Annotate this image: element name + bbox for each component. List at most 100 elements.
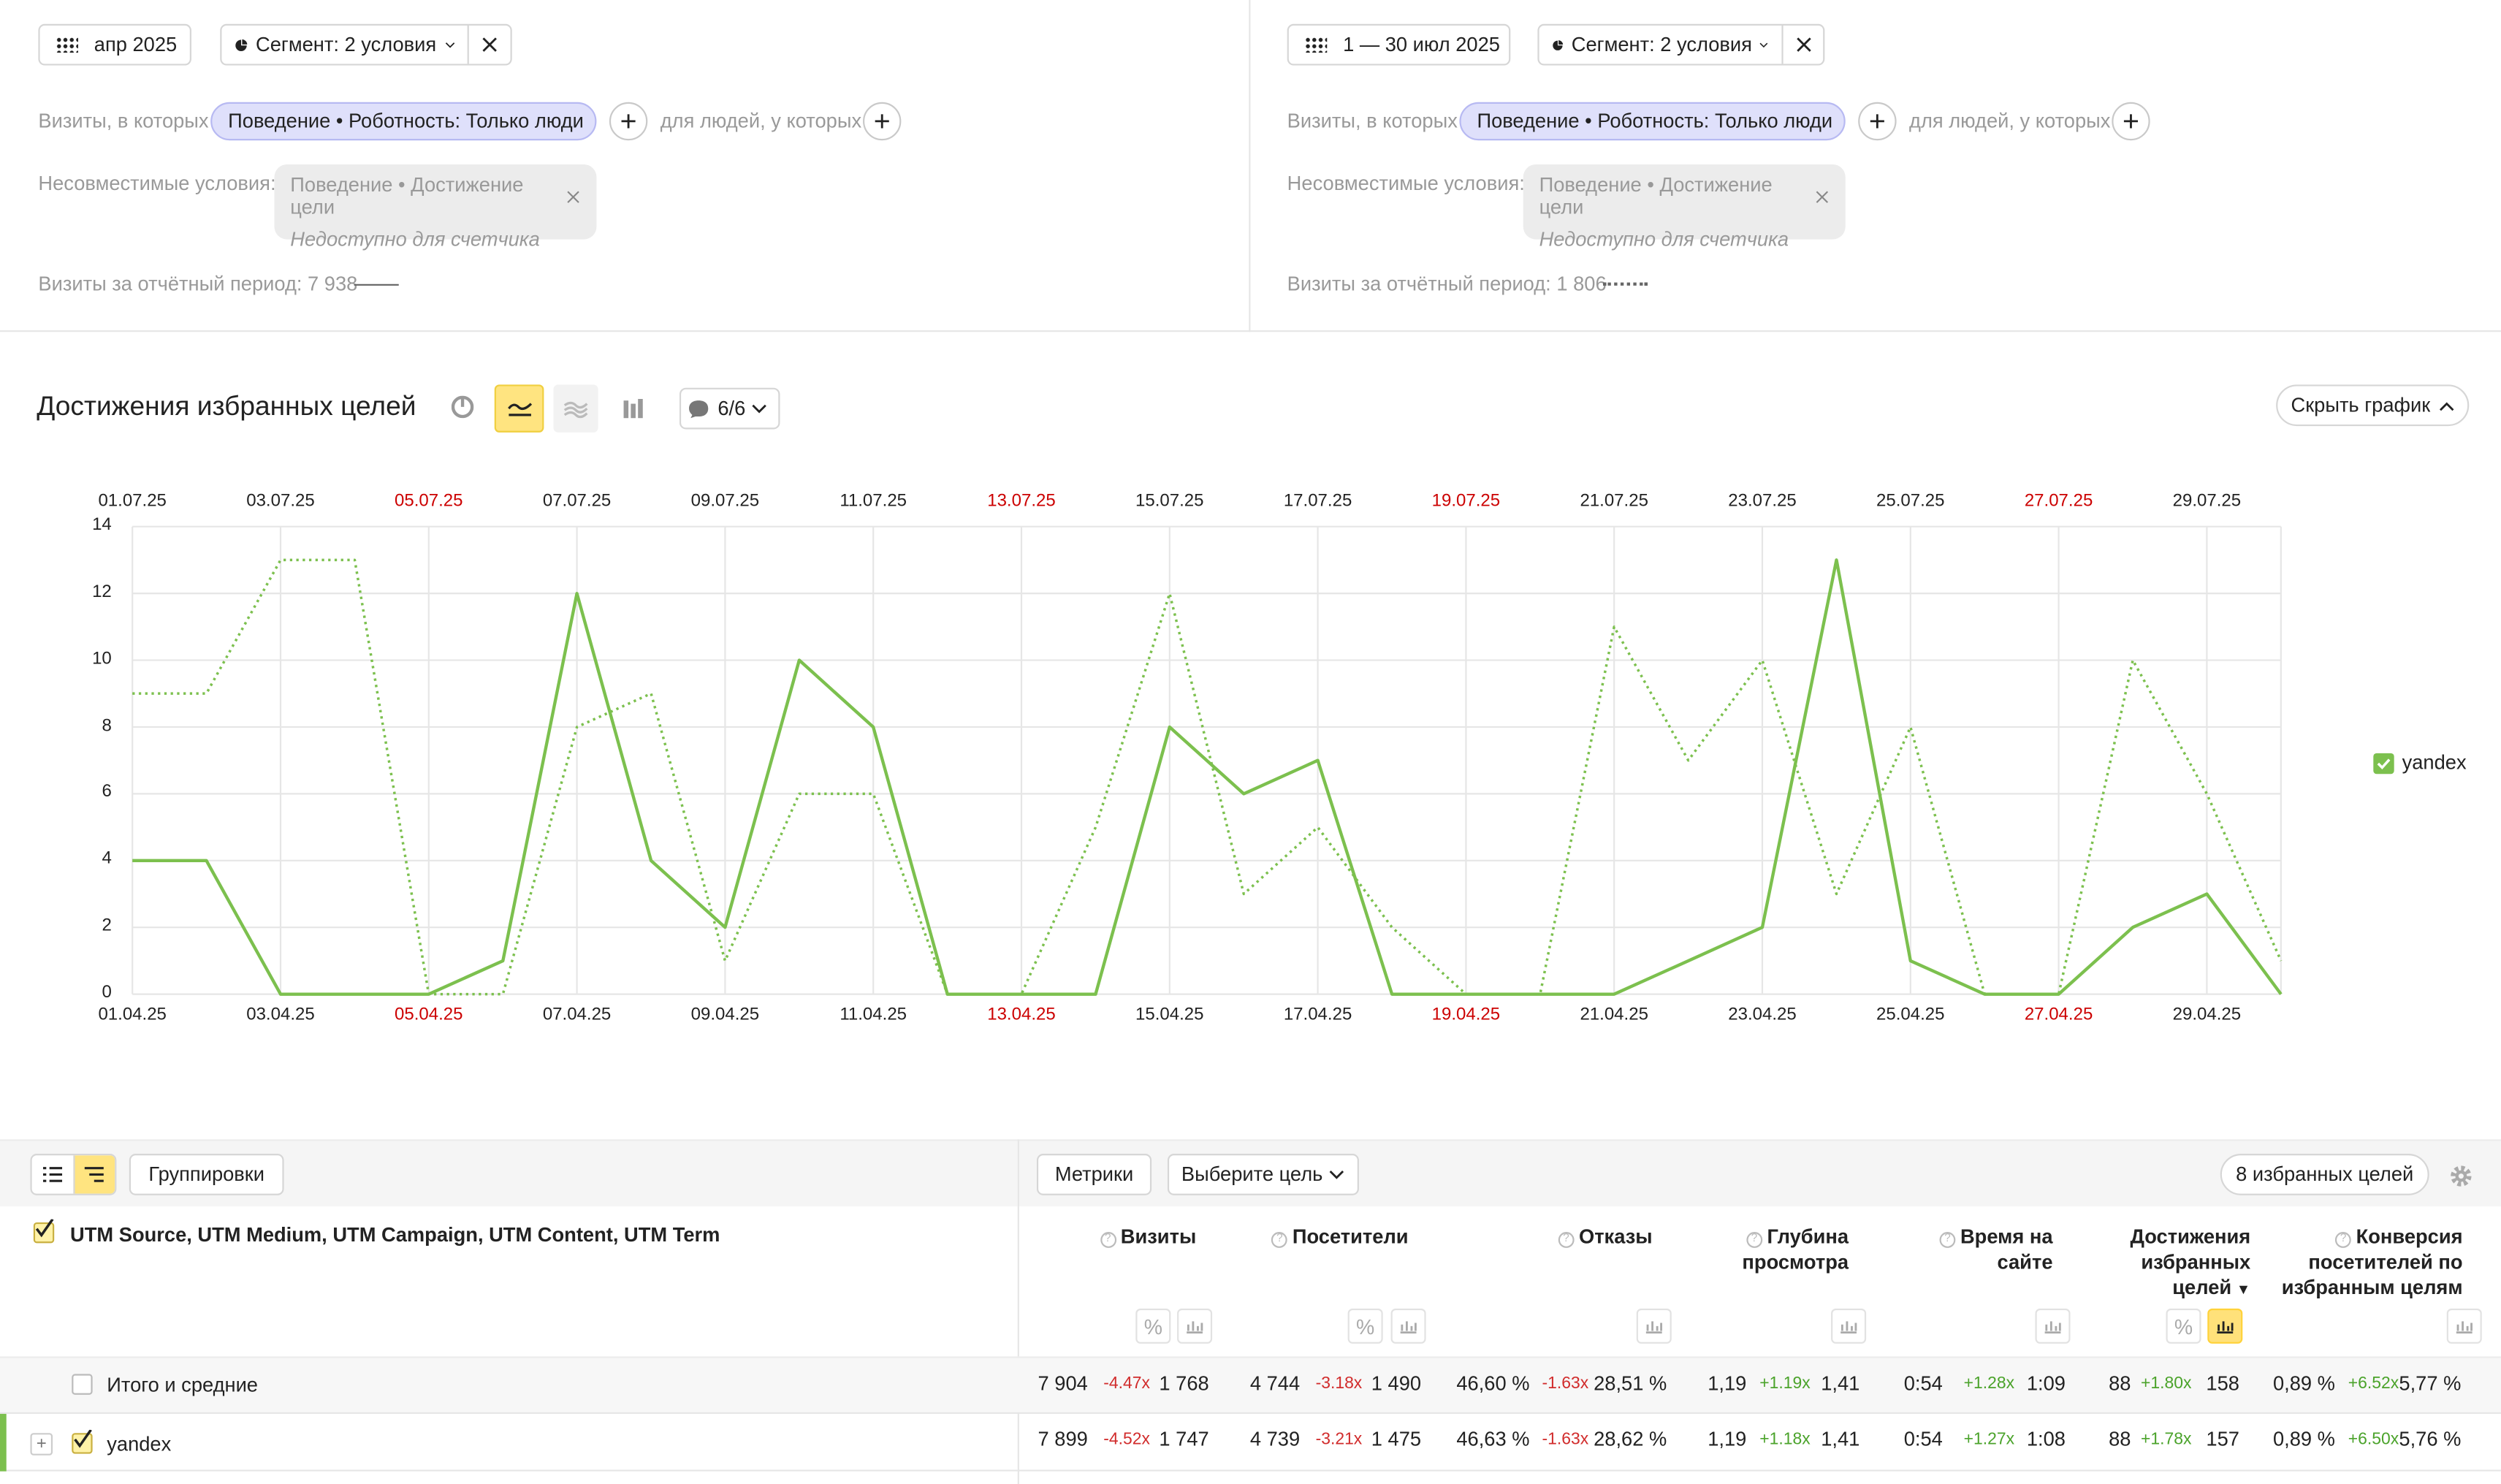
cell-visitors-comparison: 1 490 [1371,1372,1422,1395]
y-tick-label: 14 [92,515,112,535]
col-header-time[interactable]: ? Время на сайте [1925,1224,2053,1275]
left-segment-dropdown[interactable]: Сегмент: 2 условия [221,26,467,64]
legend-label: yandex [2402,751,2467,775]
right-visits-prefix: Визиты, в которых [1287,110,1458,133]
depth-chart-toggle[interactable] [1831,1308,1867,1344]
bottom-x-tick-label: 21.04.25 [1580,1005,1648,1025]
table-settings-button[interactable] [2445,1160,2478,1192]
goals-percent-toggle[interactable]: % [2166,1308,2201,1344]
metrics-button[interactable]: Метрики [1036,1154,1152,1195]
close-icon[interactable] [566,189,580,204]
right-add-visit-condition-button[interactable]: + [1858,102,1897,141]
right-segment-selector: Сегмент: 2 условия [1537,23,1825,66]
col-header-visits[interactable]: ? Визиты [1053,1224,1196,1249]
favorite-goals-button[interactable]: 8 избранных целей [2220,1154,2429,1195]
cell-time-comparison: 1:09 [2026,1372,2066,1395]
yandex-row-checkbox[interactable] [72,1429,93,1454]
y-tick-label: 10 [92,649,112,669]
line-chart-mode-button[interactable] [494,384,544,433]
bar-chart-icon [1400,1321,1417,1334]
left-incompatible-label: Несовместимые условия: [38,172,276,195]
cell-visits-comparison: 1 747 [1159,1428,1209,1451]
right-condition-chip-label: Поведение • Роботность: Только люди [1477,110,1833,133]
help-icon[interactable]: ? [1271,1232,1288,1248]
tree-view-button[interactable] [73,1155,115,1194]
top-x-tick-label: 11.07.25 [840,491,907,511]
legend-checkbox-icon [2373,752,2394,774]
col-header-conversion[interactable]: ? Конверсия посетителей по избранным целя… [2272,1224,2463,1301]
annotations-toggle[interactable]: 6/6 [679,387,780,430]
expand-row-button[interactable]: + [30,1433,53,1456]
totals-label: Итого и средние [107,1374,258,1396]
chevron-down-icon [753,403,767,413]
col-header-bounces[interactable]: ? Отказы [1509,1224,1653,1249]
left-date-label: апр 2025 [94,33,178,56]
cell-goals-comparison: 158 [2206,1372,2239,1395]
dimension-header[interactable]: UTM Source, UTM Medium, UTM Campaign, UT… [70,1224,720,1247]
close-icon[interactable] [1816,189,1830,204]
row-color-marker [0,1414,7,1472]
help-icon[interactable]: ? [1746,1232,1762,1248]
cell-goals-current: 88 [2109,1372,2131,1395]
visits-chart-toggle[interactable] [1177,1308,1213,1344]
help-icon[interactable]: ? [1939,1232,1956,1248]
left-add-visit-condition-button[interactable]: + [609,102,648,141]
col-header-visitors[interactable]: ? Посетители [1233,1224,1409,1249]
right-segment-clear-button[interactable] [1781,25,1823,64]
left-visits-summary: Визиты за отчётный период: 7 938 [38,273,358,296]
col-header-depth[interactable]: ? Глубина просмотра [1713,1224,1849,1275]
area-chart-mode-button[interactable] [553,384,598,433]
col-header-goals[interactable]: Достижения избранных целей ▼ [2091,1224,2250,1302]
goal-select[interactable]: Выберите цель [1167,1154,1359,1195]
legend-item-yandex[interactable]: yandex [2373,751,2467,775]
right-people-label: для людей, у которых [1909,110,2111,133]
percent-icon: % [1143,1314,1162,1339]
cell-time-change: +1.28x [1963,1374,2015,1393]
right-segment-dropdown[interactable]: Сегмент: 2 условия [1539,26,1782,64]
cell-visits-change: -4.47x [1103,1374,1150,1393]
goals-chart-toggle[interactable] [2207,1308,2243,1344]
cell-visits-current: 7 899 [1038,1428,1088,1451]
chevron-down-icon [1760,42,1769,47]
hide-chart-button[interactable]: Скрыть график [2276,384,2470,427]
percent-icon: % [2174,1314,2193,1339]
col-header-visits-label: Визиты [1120,1225,1197,1248]
left-date-picker[interactable]: апр 2025 [38,23,191,66]
totals-checkbox[interactable] [72,1374,93,1395]
help-icon[interactable]: ? [1558,1232,1575,1248]
left-people-label: для людей, у которых [660,110,862,133]
cell-bounces-comparison: 28,51 % [1594,1372,1667,1395]
right-date-label: 1 — 30 июл 2025 [1343,33,1500,56]
right-date-picker[interactable]: 1 — 30 июл 2025 [1287,23,1511,66]
flat-list-view-button[interactable] [32,1155,74,1193]
pie-chart-mode-button[interactable] [442,384,484,429]
top-x-tick-label: 07.07.25 [542,491,612,511]
top-x-tick-label: 09.07.25 [690,491,760,511]
groupings-button[interactable]: Группировки [129,1154,284,1195]
visitors-chart-toggle[interactable] [1390,1308,1426,1344]
left-add-people-condition-button[interactable]: + [863,102,902,141]
left-segment-selector: Сегмент: 2 условия [220,23,512,66]
conversion-chart-toggle[interactable] [2446,1308,2482,1344]
left-segment-clear-button[interactable] [467,25,511,64]
help-icon[interactable]: ? [2335,1232,2352,1248]
metrics-label: Метрики [1054,1163,1134,1186]
cell-visitors-change: -3.18x [1315,1374,1363,1393]
top-x-tick-label: 15.07.25 [1135,491,1204,511]
cell-goals-comparison: 157 [2206,1428,2239,1451]
right-condition-chip[interactable]: Поведение • Роботность: Только люди [1459,102,1846,141]
chart-title: Достижения избранных целей [37,391,416,422]
bar-chart-mode-button[interactable] [612,384,654,433]
top-x-tick-label: 27.07.25 [2024,491,2093,511]
gear-icon [2451,1165,2472,1187]
right-add-people-condition-button[interactable]: + [2112,102,2150,141]
dimension-header-checkbox[interactable] [33,1219,55,1244]
bounces-chart-toggle[interactable] [1636,1308,1672,1344]
time-chart-toggle[interactable] [2035,1308,2071,1344]
help-icon[interactable]: ? [1100,1232,1116,1248]
cell-depth-comparison: 1,41 [1821,1372,1860,1395]
visits-percent-toggle[interactable]: % [1135,1308,1171,1344]
left-condition-chip[interactable]: Поведение • Роботность: Только люди [210,102,597,141]
percent-icon: % [1356,1314,1375,1339]
visitors-percent-toggle[interactable]: % [1347,1308,1383,1344]
